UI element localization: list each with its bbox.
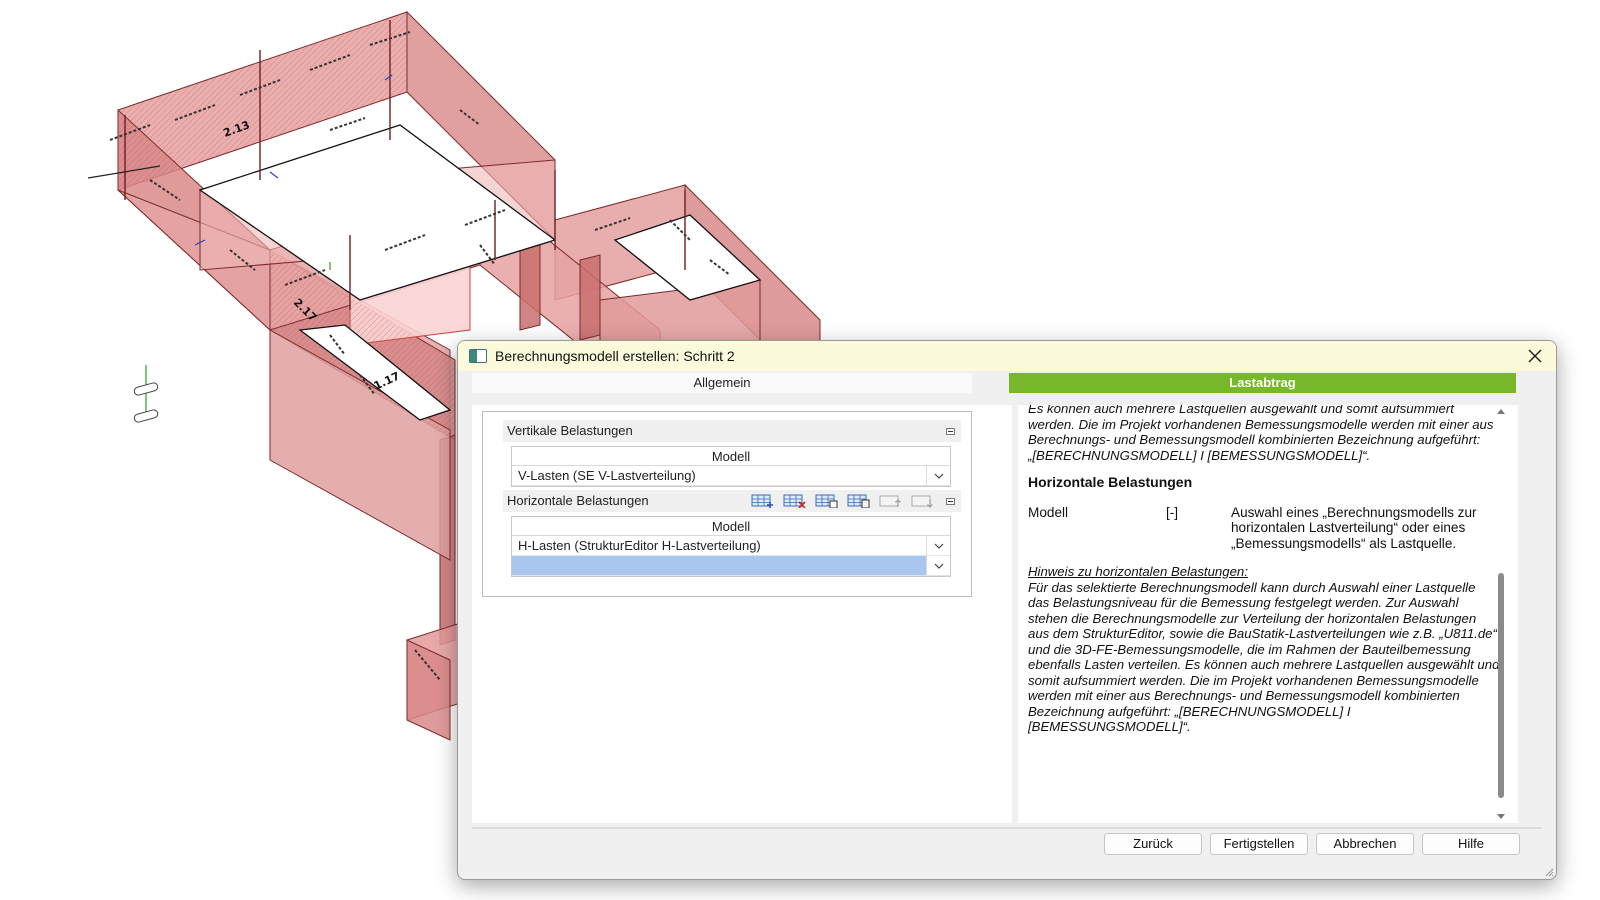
tab-strip: Allgemein Lastabtrag [472, 373, 1542, 395]
horizontal-loads-label: Horizontale Belastungen [507, 493, 649, 508]
horizontal-loads-header: Horizontale Belastungen [503, 490, 961, 512]
help-heading: Horizontale Belastungen [1028, 474, 1193, 490]
column-header-modell: Modell [512, 447, 950, 466]
paste-row-icon[interactable] [847, 493, 871, 508]
hint-title: Hinweis zu horizontalen Belastungen: [1028, 564, 1248, 579]
add-row-icon[interactable] [751, 493, 775, 508]
cancel-button[interactable]: Abbrechen [1316, 833, 1414, 855]
load-group: Vertikale Belastungen Modell V-Lasten (S… [482, 411, 972, 597]
settings-pane: Vertikale Belastungen Modell V-Lasten (S… [472, 405, 1012, 823]
horizontal-load-row-new[interactable] [512, 556, 950, 576]
scroll-thumb[interactable] [1498, 573, 1504, 798]
hint-text: Für das selektierte Berechnungsmodell ka… [1028, 579, 1500, 735]
row-toolbar [751, 493, 935, 508]
vertical-loads-grid: Modell V-Lasten (SE V-Lastverteilung) [511, 446, 951, 487]
chevron-down-icon [934, 543, 943, 549]
param-name: Modell [1028, 504, 1069, 520]
delete-row-icon[interactable] [783, 493, 807, 508]
param-description: Auswahl eines „Berechnungsmodells zur ho… [1231, 504, 1477, 551]
vertical-load-value: V-Lasten (SE V-Lastverteilung) [518, 468, 696, 483]
tab-allgemein[interactable]: Allgemein [472, 373, 972, 393]
help-scrollbar[interactable] [1494, 405, 1508, 823]
help-text: Es können auch mehrere Lastquellen ausge… [1028, 405, 1500, 735]
vertical-load-row[interactable]: V-Lasten (SE V-Lastverteilung) [512, 466, 950, 486]
app-icon [469, 349, 487, 363]
move-up-icon[interactable] [879, 493, 903, 508]
close-icon [1528, 349, 1542, 363]
move-down-icon[interactable] [911, 493, 935, 508]
wizard-dialog: Berechnungsmodell erstellen: Schritt 2 A… [457, 340, 1557, 880]
help-param-row: Modell [-] Auswahl eines „Berechnungsmod… [1028, 505, 1500, 552]
resize-grip-icon[interactable] [1544, 867, 1554, 877]
dropdown-arrow[interactable] [926, 536, 950, 555]
collapse-horizontal-icon[interactable] [946, 498, 955, 505]
dropdown-arrow[interactable] [926, 556, 950, 575]
close-button[interactable] [1520, 344, 1550, 368]
help-button[interactable]: Hilfe [1422, 833, 1520, 855]
horizontal-loads-grid: Modell H-Lasten (StrukturEditor H-Lastve… [511, 516, 951, 577]
param-unit: [-] [1166, 504, 1179, 520]
back-button[interactable]: Zurück [1104, 833, 1202, 855]
horizontal-load-value: H-Lasten (StrukturEditor H-Lastverteilun… [518, 538, 761, 553]
title-bar[interactable]: Berechnungsmodell erstellen: Schritt 2 [458, 341, 1556, 371]
chevron-down-icon [934, 563, 943, 569]
collapse-vertical-icon[interactable] [946, 428, 955, 435]
chevron-down-icon [934, 473, 943, 479]
dialog-title: Berechnungsmodell erstellen: Schritt 2 [495, 348, 735, 364]
horizontal-load-row[interactable]: H-Lasten (StrukturEditor H-Lastverteilun… [512, 536, 950, 556]
help-pane: Es können auch mehrere Lastquellen ausge… [1018, 405, 1518, 823]
finish-button[interactable]: Fertigstellen [1210, 833, 1308, 855]
column-header-modell: Modell [512, 517, 950, 536]
scroll-up-icon[interactable] [1496, 407, 1506, 417]
footer-divider [472, 827, 1542, 829]
vertical-loads-label: Vertikale Belastungen [507, 423, 633, 438]
copy-row-icon[interactable] [815, 493, 839, 508]
scroll-down-icon[interactable] [1496, 811, 1506, 821]
tab-lastabtrag[interactable]: Lastabtrag [1009, 373, 1516, 393]
vertical-loads-header: Vertikale Belastungen [503, 420, 961, 442]
dropdown-arrow[interactable] [926, 466, 950, 485]
help-intro: Es können auch mehrere Lastquellen ausge… [1028, 405, 1494, 463]
